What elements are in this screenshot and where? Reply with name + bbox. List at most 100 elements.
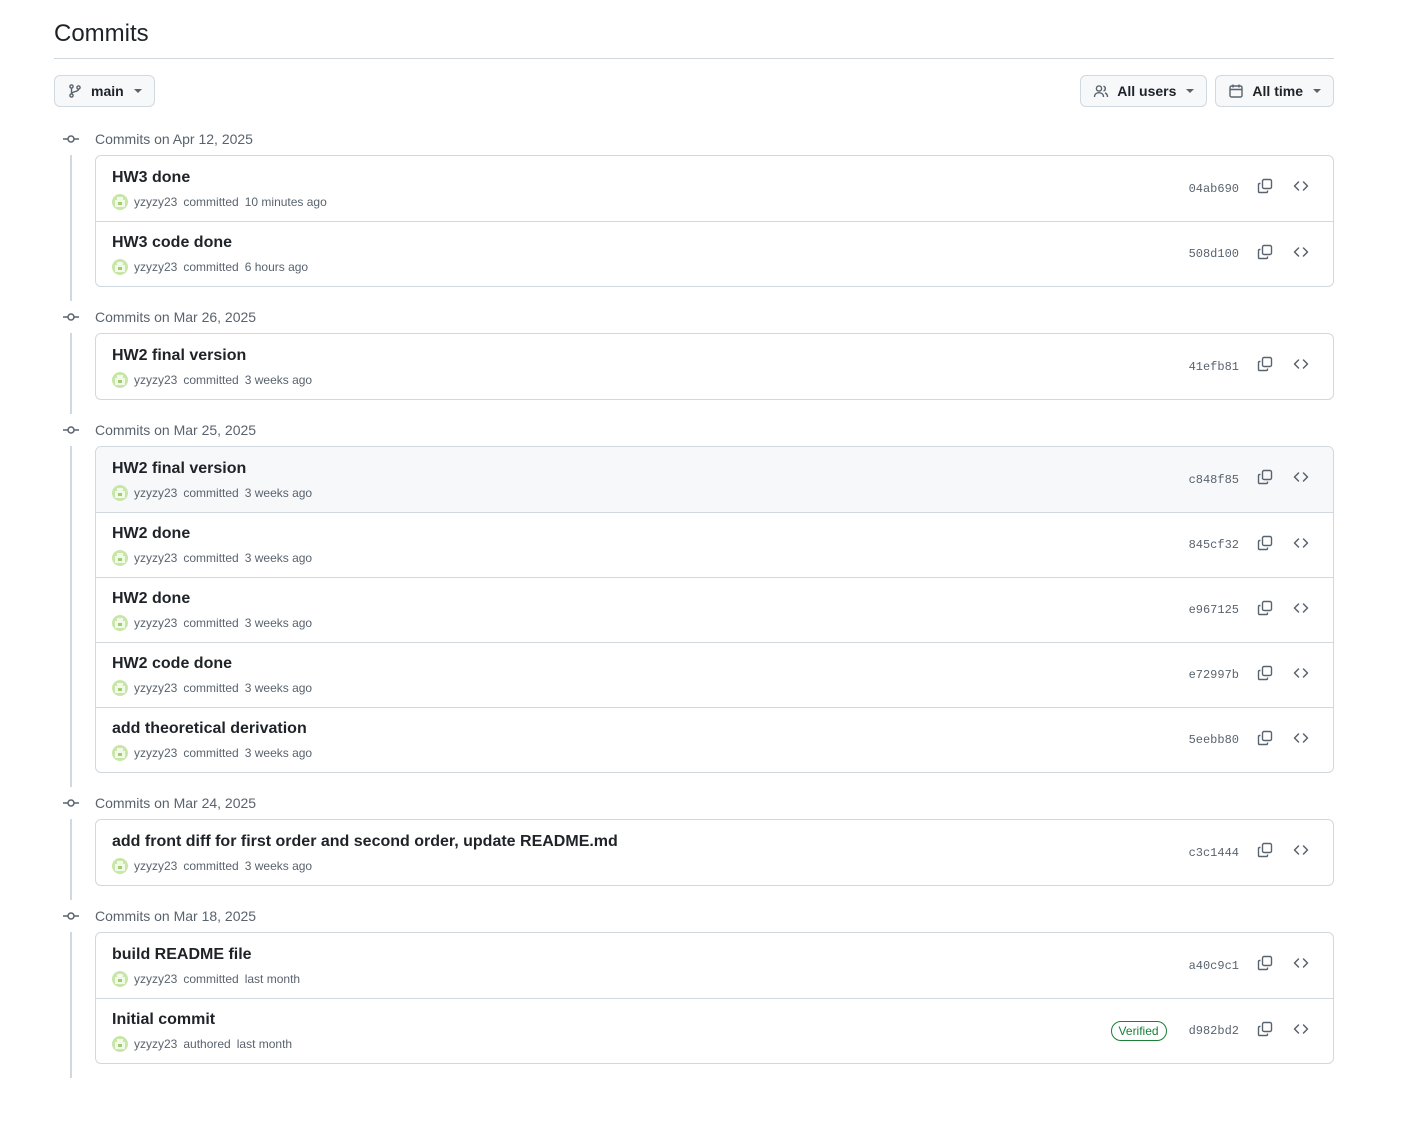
- commit-author-link[interactable]: yzyzy23: [134, 1037, 177, 1051]
- time-filter-button[interactable]: All time: [1215, 75, 1334, 107]
- copy-sha-button[interactable]: [1249, 173, 1281, 205]
- copy-sha-button[interactable]: [1249, 594, 1281, 626]
- browse-repository-button[interactable]: [1285, 464, 1317, 496]
- verified-badge[interactable]: Verified: [1110, 1021, 1167, 1041]
- branch-select-button[interactable]: main: [54, 75, 155, 107]
- browse-repository-button[interactable]: [1285, 724, 1317, 756]
- browse-repository-button[interactable]: [1285, 173, 1317, 205]
- browse-repository-button[interactable]: [1285, 529, 1317, 561]
- copy-sha-button[interactable]: [1249, 238, 1281, 270]
- commit-sha-link[interactable]: c848f85: [1189, 473, 1239, 487]
- commit-time: 3 weeks ago: [244, 746, 313, 760]
- commit-sha-link[interactable]: c3c1444: [1189, 846, 1239, 860]
- copy-sha-button[interactable]: [1249, 529, 1281, 561]
- avatar[interactable]: [112, 1036, 128, 1052]
- commit-row[interactable]: Initial commit yzyzy23 authored last mon…: [96, 998, 1333, 1063]
- commit-row[interactable]: add front diff for first order and secon…: [96, 820, 1333, 885]
- browse-repository-button[interactable]: [1285, 659, 1317, 691]
- commit-message-link[interactable]: HW2 done: [112, 524, 1189, 544]
- avatar[interactable]: [112, 680, 128, 696]
- copy-sha-button[interactable]: [1249, 950, 1281, 982]
- avatar[interactable]: [112, 745, 128, 761]
- browse-repository-button[interactable]: [1285, 238, 1317, 270]
- commit-info: HW2 done yzyzy23 committed 3 weeks ago: [112, 524, 1189, 566]
- git-commit-icon: [63, 310, 79, 327]
- copy-sha-button[interactable]: [1249, 659, 1281, 691]
- avatar[interactable]: [112, 484, 128, 501]
- commit-author-link[interactable]: yzyzy23: [134, 746, 177, 760]
- commit-row[interactable]: HW2 done yzyzy23 committed 3 weeks ago e…: [96, 577, 1333, 642]
- commit-message-link[interactable]: HW3 code done: [112, 233, 1189, 253]
- commit-time: 3 weeks ago: [244, 485, 313, 500]
- commit-author-link[interactable]: yzyzy23: [134, 859, 177, 873]
- avatar[interactable]: [112, 615, 128, 631]
- commit-message-link[interactable]: add theoretical derivation: [112, 719, 1189, 739]
- commit-info: add front diff for first order and secon…: [112, 832, 1189, 874]
- title-divider: [54, 58, 1334, 59]
- browse-repository-button[interactable]: [1285, 351, 1317, 383]
- commit-author-link[interactable]: yzyzy23: [134, 195, 177, 209]
- code-icon: [1293, 730, 1309, 751]
- copy-sha-button[interactable]: [1249, 464, 1281, 496]
- commit-author-link[interactable]: yzyzy23: [134, 681, 177, 695]
- commit-sha-link[interactable]: d982bd2: [1189, 1024, 1239, 1038]
- commit-author-link[interactable]: yzyzy23: [134, 551, 177, 565]
- commit-group: Commits on Mar 25, 2025 HW2 final versio…: [54, 414, 1334, 787]
- commit-sha-link[interactable]: e967125: [1189, 603, 1239, 617]
- avatar[interactable]: [112, 970, 128, 987]
- commit-row[interactable]: HW2 final version yzyzy23 committed 3 we…: [96, 334, 1333, 399]
- commit-message-link[interactable]: HW2 code done: [112, 654, 1189, 674]
- toolbar-filters: All users All time: [1080, 75, 1334, 107]
- commit-sha-link[interactable]: e72997b: [1189, 668, 1239, 682]
- commit-message-link[interactable]: add front diff for first order and secon…: [112, 832, 1189, 852]
- avatar[interactable]: [112, 371, 128, 388]
- avatar[interactable]: [112, 193, 128, 210]
- commit-meta: yzyzy23 committed 3 weeks ago: [112, 371, 1189, 388]
- commit-group-header: Commits on Mar 18, 2025: [54, 900, 1334, 932]
- browse-repository-button[interactable]: [1285, 594, 1317, 626]
- commit-message-link[interactable]: Initial commit: [112, 1010, 1111, 1030]
- browse-repository-button[interactable]: [1285, 950, 1317, 982]
- commit-row[interactable]: HW3 code done yzyzy23 committed 6 hours …: [96, 221, 1333, 286]
- commit-message-link[interactable]: HW2 final version: [112, 459, 1189, 479]
- commit-sha-link[interactable]: 845cf32: [1189, 538, 1239, 552]
- commit-row[interactable]: add theoretical derivation yzyzy23 commi…: [96, 707, 1333, 772]
- commit-message-link[interactable]: build README file: [112, 945, 1189, 965]
- commit-message-link[interactable]: HW3 done: [112, 168, 1189, 188]
- copy-sha-button[interactable]: [1249, 351, 1281, 383]
- copy-sha-button[interactable]: [1249, 1015, 1281, 1047]
- commit-author-link[interactable]: yzyzy23: [134, 972, 177, 986]
- code-icon: [1293, 356, 1309, 377]
- commit-list: add front diff for first order and secon…: [95, 819, 1334, 886]
- commit-author-link[interactable]: yzyzy23: [134, 486, 177, 500]
- commit-group-date: Commits on Apr 12, 2025: [95, 131, 253, 147]
- commit-author-link[interactable]: yzyzy23: [134, 260, 177, 274]
- avatar[interactable]: [112, 857, 128, 874]
- commit-row[interactable]: build README file yzyzy23 committed last…: [96, 933, 1333, 998]
- commit-sha-link[interactable]: a40c9c1: [1189, 959, 1239, 973]
- commit-sha-link[interactable]: 04ab690: [1189, 182, 1239, 196]
- commit-group-date: Commits on Mar 26, 2025: [95, 309, 257, 325]
- avatar[interactable]: [112, 259, 128, 275]
- commit-row[interactable]: HW2 final version yzyzy23 committed 3 we…: [96, 447, 1333, 512]
- commit-message-link[interactable]: HW2 done: [112, 589, 1189, 609]
- browse-repository-button[interactable]: [1285, 1015, 1317, 1047]
- commit-row[interactable]: HW2 done yzyzy23 committed 3 weeks ago 8…: [96, 512, 1333, 577]
- commit-author-link[interactable]: yzyzy23: [134, 616, 177, 630]
- commit-row[interactable]: HW2 code done yzyzy23 committed 3 weeks …: [96, 642, 1333, 707]
- copy-sha-button[interactable]: [1249, 724, 1281, 756]
- commit-info: HW3 done yzyzy23 committed 10 minutes ag…: [112, 168, 1189, 210]
- avatar[interactable]: [112, 550, 128, 566]
- copy-sha-button[interactable]: [1249, 837, 1281, 869]
- code-icon: [1293, 1021, 1309, 1042]
- commit-author-link[interactable]: yzyzy23: [134, 373, 177, 387]
- commit-sha-link[interactable]: 41efb81: [1189, 360, 1239, 374]
- browse-repository-button[interactable]: [1285, 837, 1317, 869]
- commit-sha-link[interactable]: 508d100: [1189, 247, 1239, 261]
- commit-group-body: HW2 final version yzyzy23 committed 3 we…: [54, 446, 1334, 787]
- users-filter-button[interactable]: All users: [1080, 75, 1208, 107]
- commit-message-link[interactable]: HW2 final version: [112, 346, 1189, 366]
- commit-row[interactable]: HW3 done yzyzy23 committed 10 minutes ag…: [96, 156, 1333, 221]
- commit-sha-link[interactable]: 5eebb80: [1189, 733, 1239, 747]
- commit-group-body: HW3 done yzyzy23 committed 10 minutes ag…: [54, 155, 1334, 301]
